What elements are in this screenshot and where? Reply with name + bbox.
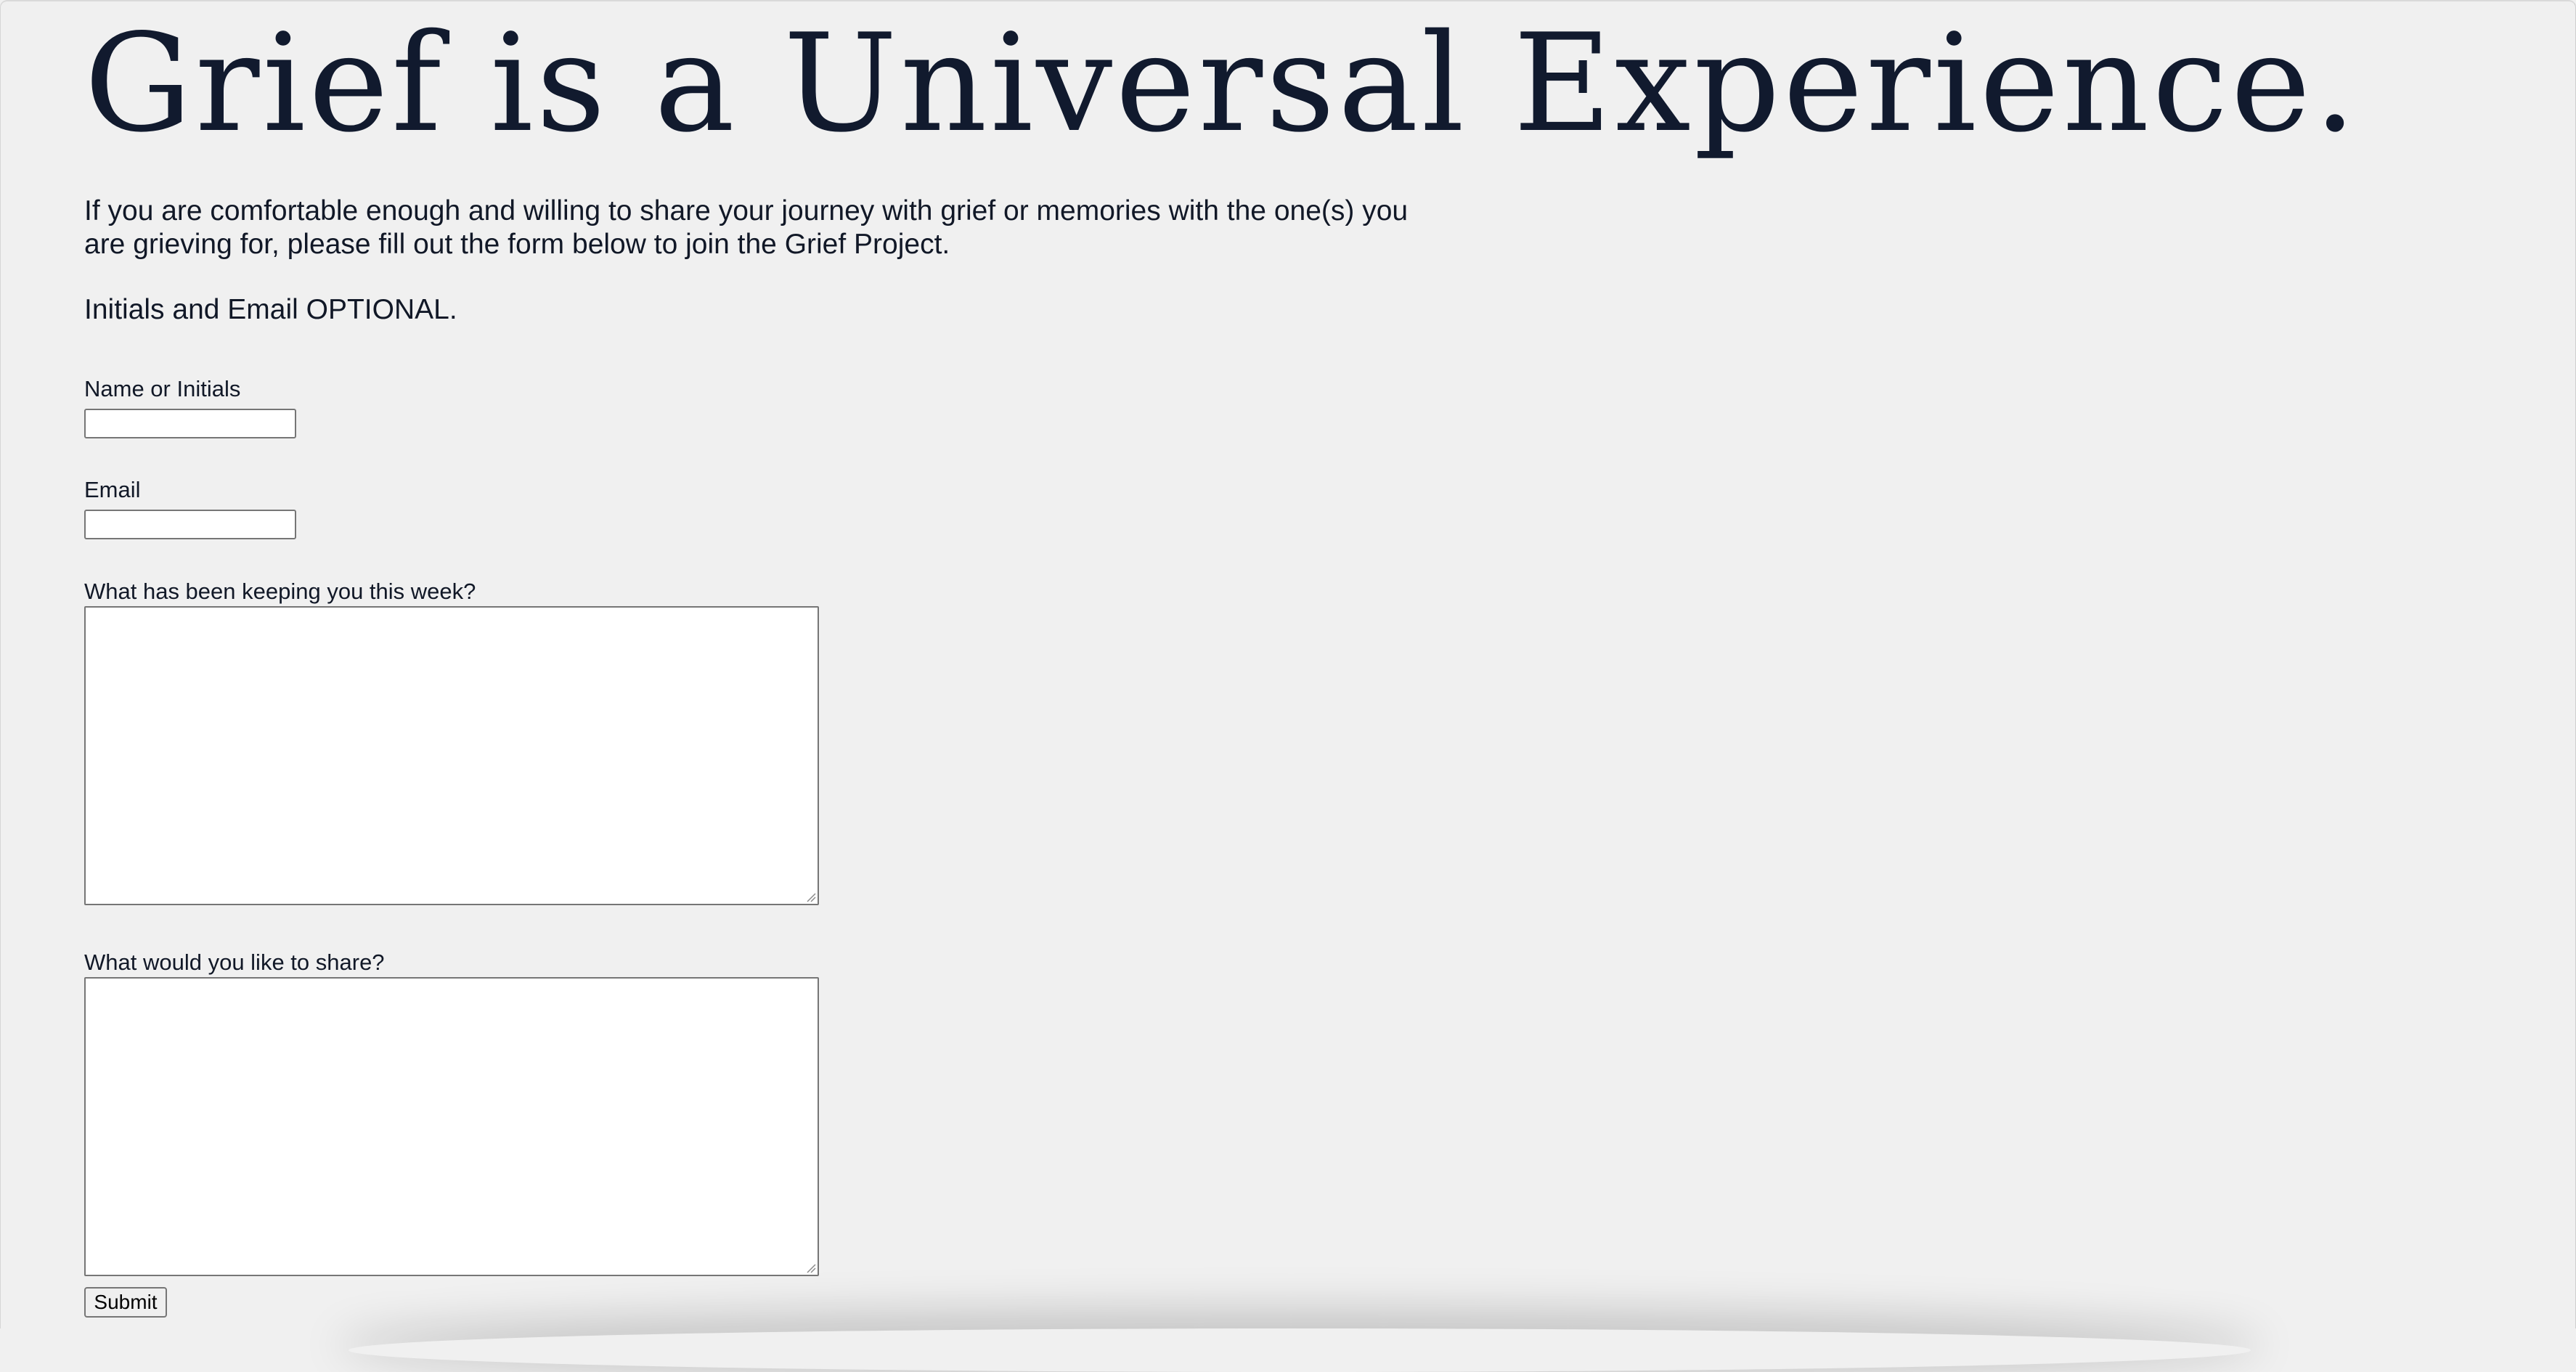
- optional-note: Initials and Email OPTIONAL.: [84, 294, 457, 325]
- email-field[interactable]: [84, 510, 296, 539]
- name-field[interactable]: [84, 409, 296, 438]
- page-body: { "page": { "title": "Grief is a Univers…: [0, 0, 2576, 1328]
- week-question-textarea[interactable]: [84, 606, 819, 905]
- email-field-label: Email: [84, 477, 141, 502]
- share-question-label: What would you like to share?: [84, 950, 385, 975]
- week-question-label: What has been keeping you this week?: [84, 579, 476, 604]
- textarea-resize-grip-icon[interactable]: [806, 1263, 816, 1273]
- submit-button[interactable]: Submit: [84, 1287, 167, 1318]
- page-title: Grief is a Universal Experience.: [84, 4, 2360, 162]
- name-field-label: Name or Initials: [84, 376, 241, 401]
- share-question-textarea[interactable]: [84, 977, 819, 1276]
- window-bottom-shadow: [349, 1328, 2251, 1372]
- textarea-resize-grip-icon[interactable]: [806, 892, 816, 902]
- intro-paragraph: If you are comfortable enough and willin…: [84, 195, 1409, 260]
